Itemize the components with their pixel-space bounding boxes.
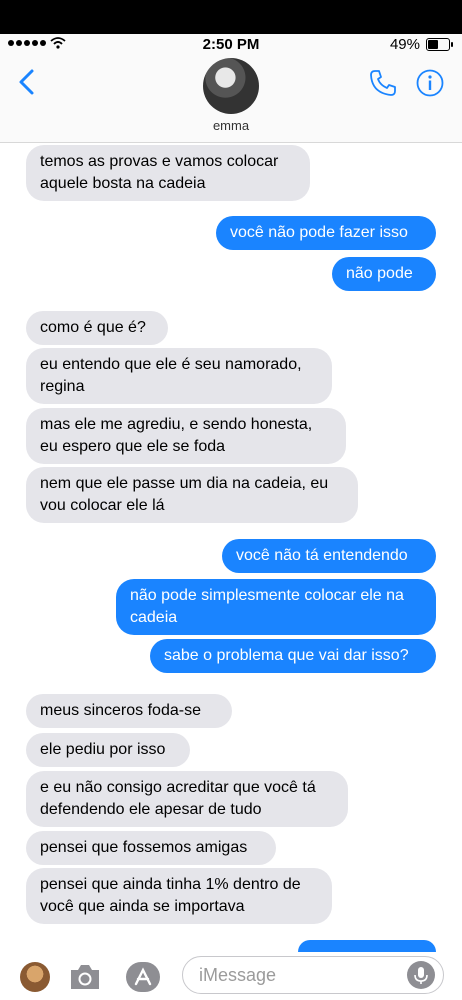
message-incoming: como é que é?: [26, 311, 168, 345]
message-incoming: nem que ele passe um dia na cadeia, eu vo…: [26, 467, 358, 523]
microphone-icon[interactable]: [407, 961, 435, 989]
contact-name[interactable]: emma: [0, 118, 462, 133]
battery-status: 49%: [389, 36, 453, 53]
message-incoming: ele pediu por isso: [26, 733, 190, 767]
avatar[interactable]: [203, 58, 259, 114]
status-bar: 2:50 PM 49%: [0, 34, 462, 56]
message-incoming: eu entendo que ele é seu namorado, regina: [26, 348, 332, 404]
app-store-icon[interactable]: [124, 960, 162, 994]
battery-level: [428, 40, 438, 49]
partial-outgoing-bubble: [298, 940, 436, 952]
back-chevron-icon[interactable]: [14, 68, 42, 96]
message-outgoing: você não tá entendendo: [222, 539, 436, 573]
message-incoming: pensei que ainda tinha 1% dentro de você …: [26, 868, 332, 924]
phone-icon[interactable]: [368, 68, 398, 98]
message-incoming: meus sinceros foda-se: [26, 694, 232, 728]
message-incoming: mas ele me agrediu, e sendo honesta, eu e…: [26, 408, 346, 464]
message-incoming: temos as provas e vamos colocar aquele bo…: [26, 145, 310, 201]
message-outgoing: não pode simplesmente colocar ele na cade…: [116, 579, 436, 635]
conversation-header: emma: [0, 56, 462, 143]
info-icon[interactable]: [416, 69, 444, 97]
message-outgoing: sabe o problema que vai dar isso?: [150, 639, 436, 673]
message-incoming: e eu não consigo acreditar que você tá de…: [26, 771, 348, 827]
battery-icon: [426, 38, 453, 51]
message-input-placeholder: iMessage: [199, 965, 277, 985]
camera-icon[interactable]: [68, 962, 102, 992]
message-outgoing: não pode: [332, 257, 436, 291]
message-outgoing: você não pode fazer isso: [216, 216, 436, 250]
battery-percent: 49%: [389, 36, 420, 53]
composer-bar: iMessage: [0, 940, 462, 1000]
message-input[interactable]: iMessage: [182, 956, 444, 994]
memoji-icon[interactable]: [20, 962, 50, 992]
top-black-bar: [0, 0, 462, 34]
message-thread: temos as provas e vamos colocar aquele bo…: [0, 143, 462, 940]
message-incoming: pensei que fossemos amigas: [26, 831, 276, 865]
